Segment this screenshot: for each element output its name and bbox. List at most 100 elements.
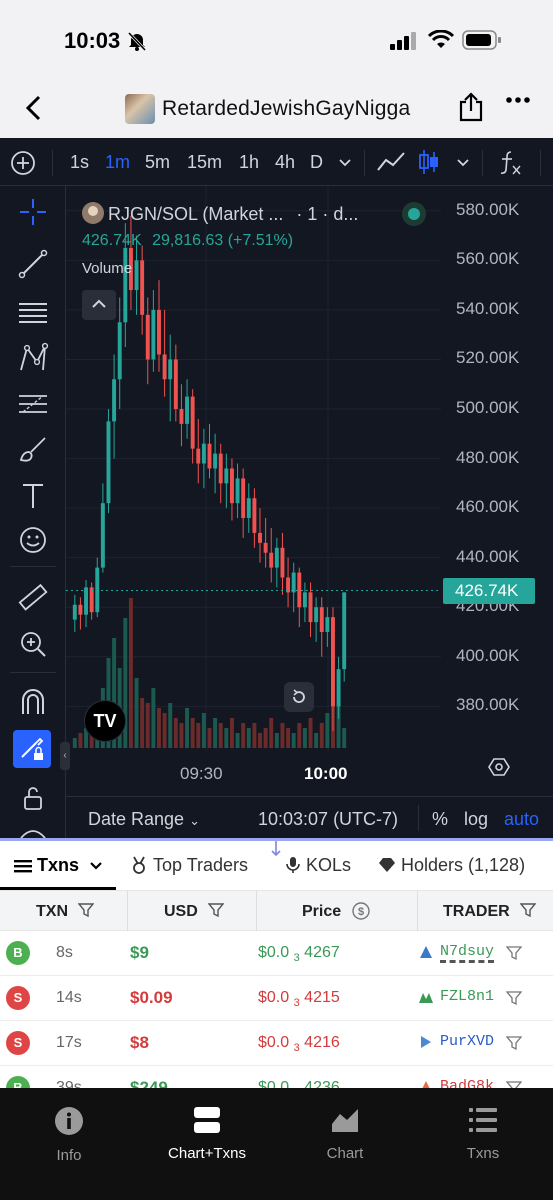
candle-body <box>190 396 195 449</box>
table-row[interactable]: B 39s $249 $0.0 3 4236 BadG8k <box>0 1066 553 1088</box>
volume-bar <box>213 718 218 748</box>
share-icon[interactable] <box>458 92 484 122</box>
filter-icon[interactable] <box>207 902 225 918</box>
y-tick-label: 560.00K <box>456 249 520 269</box>
volume-bar <box>140 698 145 748</box>
trader-address[interactable]: BadG8k <box>440 1078 494 1088</box>
y-tick-label: 400.00K <box>456 645 520 665</box>
txn-usd: $9 <box>130 943 149 962</box>
nav-info[interactable]: Info <box>19 1106 119 1164</box>
collapse-legend-button[interactable] <box>82 290 116 320</box>
fib-retracement-icon[interactable] <box>17 388 49 420</box>
tab-kols[interactable]: KOLs <box>286 855 351 876</box>
candle-body <box>246 498 251 519</box>
tab-holders[interactable]: Holders (1,128) <box>378 855 525 876</box>
log-toggle[interactable]: log <box>464 809 488 830</box>
visibility-icon[interactable] <box>17 826 49 838</box>
symbol-name: RJGN/SOL (Market ... <box>108 204 284 224</box>
timeframe-1m[interactable]: 1m <box>105 152 130 173</box>
candle-body <box>179 409 184 424</box>
x-tick-label: 09:30 <box>180 764 223 783</box>
nav-chart[interactable]: Chart <box>295 1106 395 1162</box>
brush-icon[interactable] <box>17 434 49 466</box>
txn-usd: $249 <box>130 1078 168 1088</box>
th-trader[interactable]: TRADER <box>443 902 537 921</box>
more-options-icon[interactable] <box>506 96 530 104</box>
th-usd[interactable]: USD <box>164 902 225 921</box>
microphone-icon <box>286 857 300 873</box>
ruler-icon[interactable] <box>17 582 49 614</box>
unlock-icon[interactable] <box>17 782 49 814</box>
filter-icon[interactable] <box>506 990 522 1006</box>
volume-bar <box>280 723 285 748</box>
filter-icon[interactable] <box>77 902 95 918</box>
th-price[interactable]: Price $ <box>302 902 370 921</box>
price-plot[interactable]: RJGN/SOL (Market ... · 1 · d... 426.74K … <box>66 186 553 796</box>
horizontal-lines-icon[interactable] <box>17 296 49 328</box>
trader-address[interactable]: N7dsuy <box>440 943 495 963</box>
timeframe-15m[interactable]: 15m <box>187 152 222 173</box>
back-arrow-icon[interactable] <box>22 94 46 122</box>
trader-address[interactable]: FZL8n1 <box>440 988 494 1005</box>
candle-body <box>95 567 100 613</box>
lock-drawings-button[interactable] <box>13 730 51 768</box>
th-txn[interactable]: TXN <box>36 902 95 921</box>
filter-icon[interactable] <box>506 1080 522 1088</box>
candles-chart-type-icon[interactable] <box>418 148 440 176</box>
chevron-down-icon[interactable] <box>338 158 352 168</box>
th-txn-label: TXN <box>36 903 68 920</box>
indicators-fx-icon[interactable] <box>498 148 522 176</box>
percent-toggle[interactable]: % <box>432 809 448 830</box>
wifi-icon <box>428 30 454 48</box>
chart-symbol-legend[interactable]: RJGN/SOL (Market ... · 1 · d... <box>108 204 358 225</box>
candle-body <box>319 607 324 633</box>
zoom-in-icon[interactable] <box>17 628 49 660</box>
cellular-signal-icon <box>390 32 416 50</box>
candle-body <box>84 587 88 615</box>
filter-icon[interactable] <box>506 945 522 961</box>
timeframe-1h[interactable]: 1h <box>239 152 259 173</box>
drawing-toolbar <box>0 186 66 838</box>
txn-age: 17s <box>56 1034 82 1051</box>
filter-icon[interactable] <box>506 1035 522 1051</box>
tab-top-traders[interactable]: Top Traders <box>130 855 248 876</box>
toolbar-divider <box>10 672 56 673</box>
volume-bar <box>269 718 274 748</box>
diamond-icon <box>379 858 395 872</box>
tradingview-logo[interactable]: TV <box>84 700 126 742</box>
table-row[interactable]: S 17s $8 $0.0 3 4216 PurXVD <box>0 1021 553 1066</box>
dollar-circle-icon[interactable]: $ <box>351 902 370 920</box>
text-tool-icon[interactable] <box>17 480 49 512</box>
table-row[interactable]: B 8s $9 $0.0 3 4267 N7dsuy <box>0 931 553 976</box>
sell-badge: S <box>6 1031 30 1055</box>
volume-bar <box>291 733 296 748</box>
table-row[interactable]: S 14s $0.09 $0.0 3 4215 FZL8n1 <box>0 976 553 1021</box>
nav-chart-label: Chart <box>326 1145 364 1162</box>
tab-txns[interactable]: Txns <box>14 855 102 876</box>
chart-settings-icon[interactable] <box>488 756 510 778</box>
date-range-button[interactable]: Date Range ⌄ <box>88 809 200 830</box>
timeframe-5m[interactable]: 5m <box>145 152 170 173</box>
crosshair-icon[interactable] <box>17 196 49 228</box>
trader-address[interactable]: PurXVD <box>440 1033 494 1050</box>
emoji-icon[interactable] <box>17 524 49 556</box>
pattern-tool-icon[interactable] <box>17 342 49 374</box>
filter-icon[interactable] <box>519 902 537 918</box>
price-digits: 4267 <box>304 944 340 961</box>
add-indicator-icon[interactable] <box>10 150 36 176</box>
nav-txns[interactable]: Txns <box>433 1106 533 1162</box>
trend-line-icon[interactable] <box>17 248 49 280</box>
line-chart-type-icon[interactable] <box>376 150 406 174</box>
txn-price: $0.0 3 4215 <box>258 989 340 1009</box>
timeframe-d[interactable]: D <box>310 152 323 173</box>
timeframe-4h[interactable]: 4h <box>275 152 295 173</box>
reset-chart-button[interactable] <box>284 682 314 712</box>
nav-chart-txns[interactable]: Chart+Txns <box>157 1106 257 1162</box>
timeframe-1s[interactable]: 1s <box>70 152 89 173</box>
magnet-icon[interactable] <box>17 686 49 718</box>
nav-txns-label: Txns <box>466 1145 500 1162</box>
toolbar-divider <box>364 150 365 176</box>
y-tick-label: 460.00K <box>456 497 520 517</box>
auto-toggle[interactable]: auto <box>504 809 539 830</box>
chevron-down-icon[interactable] <box>456 158 470 168</box>
